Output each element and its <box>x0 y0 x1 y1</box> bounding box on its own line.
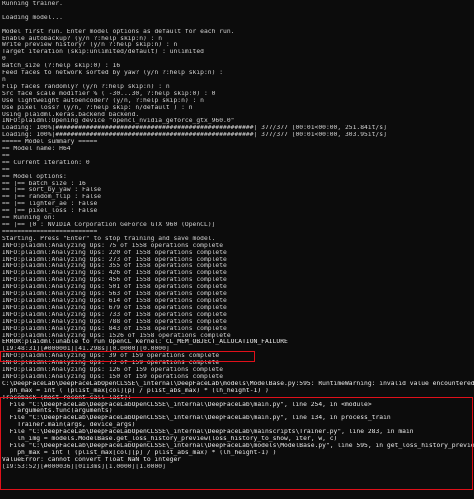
terminal-line: Src face scale modifier % ( -30...30, ?:… <box>2 90 216 97</box>
terminal-line: INFO:plaidml:Analyzing Ops: 126 of 159 o… <box>2 367 224 374</box>
terminal-line: Write preview history? (y/n ?:help skip:… <box>2 42 178 49</box>
terminal-line: INFO:plaidml:Opening device "opencl_nvid… <box>2 118 235 125</box>
terminal-line: [19:53:52][#000036][0113ms][1.0000][1.00… <box>2 463 166 470</box>
terminal-window[interactable]: Running trainer. Loading model... Model … <box>0 0 474 499</box>
terminal-line: INFO:plaidml:Analyzing Ops: 1526 of 1558… <box>2 332 231 339</box>
traceback-line: lh_img = models.ModelBase.get_loss_histo… <box>2 436 338 443</box>
terminal-line: == Current iteration: 0 <box>2 159 90 166</box>
terminal-line: == |== [0 : NVIDIA Corporation GeForce G… <box>2 222 216 228</box>
terminal-line: 0 <box>2 56 6 63</box>
terminal-line: INFO:plaidml:Analyzing Ops: 563 of 1558 … <box>2 291 227 298</box>
terminal-line: == |== batch_size : 16 <box>2 180 86 187</box>
terminal-line: INFO:plaidml:Analyzing Ops: 614 of 1558 … <box>2 297 227 304</box>
terminal-line: == Model name: H64 <box>2 146 71 153</box>
terminal-line: INFO:plaidml:Analyzing Ops: 501 of 1558 … <box>2 284 227 291</box>
terminal-line: INFO:plaidml:Analyzing Ops: 220 of 1558 … <box>2 249 227 256</box>
terminal-line: [19:48:31][#000001][41.298s][0.0000][0.0… <box>2 346 170 353</box>
terminal-line: == |== random_flip : False <box>2 194 102 201</box>
terminal-line: INFO:plaidml:Analyzing Ops: 273 of 1558 … <box>2 256 227 263</box>
error-line: ERROR:plaidml:unable to run OpenCL kerne… <box>2 339 288 346</box>
terminal-line: Loading model... <box>2 14 63 21</box>
terminal-line: == |== sort_by_yaw : False <box>2 187 102 194</box>
traceback-line: ph_max = int ( (plist_max[col][p] / plis… <box>2 449 277 456</box>
traceback-line: C:\DeepFaceLab\DeepFaceLabOpenCLSSE\_int… <box>2 380 474 387</box>
terminal-line: Starting. Press "Enter" to stop training… <box>2 235 216 242</box>
terminal-line: Feed faces to network sorted by yaw? (y/… <box>2 70 224 77</box>
terminal-line: Model first run. Enter model options as … <box>2 28 235 35</box>
terminal-line: INFO:plaidml:Analyzing Ops: 355 of 1558 … <box>2 263 227 270</box>
terminal-line: n <box>2 76 6 83</box>
error-message-line: ValueError: cannot convert float NaN to … <box>2 456 182 463</box>
progress-line: Loading: 100%|##########################… <box>2 132 387 139</box>
terminal-line: Flip faces randomly? (y/n ?:help skip:n)… <box>2 83 170 90</box>
terminal-line: Using plaidml.keras.backend backend. <box>2 111 140 118</box>
terminal-line: == Model options: <box>2 173 67 180</box>
terminal-line: ========================= <box>2 228 98 235</box>
traceback-line: File "C:\DeepFaceLab\DeepFaceLabOpenCLSS… <box>2 443 474 449</box>
terminal-line: INFO:plaidml:Analyzing Ops: 426 of 1558 … <box>2 270 227 277</box>
terminal-line: INFO:plaidml:Analyzing Ops: 843 of 1558 … <box>2 325 227 332</box>
traceback-line: arguments.func(arguments) <box>2 408 113 415</box>
terminal-line: INFO:plaidml:Analyzing Ops: 73 of 159 op… <box>2 360 220 367</box>
traceback-line: File "C:\DeepFaceLab\DeepFaceLabOpenCLSS… <box>2 401 372 408</box>
traceback-line: File "C:\DeepFaceLab\DeepFaceLabOpenCLSS… <box>2 429 414 436</box>
traceback-line: Traceback (most recent call last): <box>2 394 132 401</box>
terminal-line: Use lightweight autoencoder? (y/n, ?:hel… <box>2 97 204 104</box>
terminal-line: == Running on: <box>2 215 56 222</box>
progress-line: Loading: 100%|##########################… <box>2 125 387 132</box>
terminal-line: INFO:plaidml:Analyzing Ops: 788 of 1558 … <box>2 318 227 325</box>
terminal-line: INFO:plaidml:Analyzing Ops: 75 of 1558 o… <box>2 242 224 249</box>
terminal-line: == <box>2 152 10 159</box>
traceback-line: File "C:\DeepFaceLab\DeepFaceLabOpenCLSS… <box>2 415 391 422</box>
terminal-line: INFO:plaidml:Analyzing Ops: 39 of 159 op… <box>2 353 220 360</box>
terminal-line: INFO:plaidml:Analyzing Ops: 733 of 1558 … <box>2 311 227 318</box>
terminal-line: == |== pixel_loss : False <box>2 208 98 215</box>
traceback-line: Trainer.main(args, device_args) <box>2 422 136 429</box>
terminal-line: Running trainer. <box>2 1 63 7</box>
terminal-line: == <box>2 166 10 173</box>
terminal-line: INFO:plaidml:Analyzing Ops: 456 of 1558 … <box>2 277 227 284</box>
terminal-line: ===== Model summary ===== <box>2 139 98 146</box>
terminal-line: INFO:plaidml:Analyzing Ops: 679 of 1558 … <box>2 304 227 311</box>
terminal-line: INFO:plaidml:Analyzing Ops: 150 of 159 o… <box>2 373 224 380</box>
terminal-line: Use pixel loss? (y/n, ?:help skip: n/def… <box>2 104 193 111</box>
traceback-line: ph_max = int ( (plist_max[col][p] / plis… <box>2 387 269 394</box>
terminal-line: == |== lighter_ae : False <box>2 201 98 208</box>
terminal-line: Batch_size (?:help skip:0) : 16 <box>2 63 121 70</box>
terminal-line: Enable autobackup? (y/n ?:help skip:n) :… <box>2 35 163 42</box>
terminal-line: Target iteration (skip:unlimited/default… <box>2 49 204 56</box>
